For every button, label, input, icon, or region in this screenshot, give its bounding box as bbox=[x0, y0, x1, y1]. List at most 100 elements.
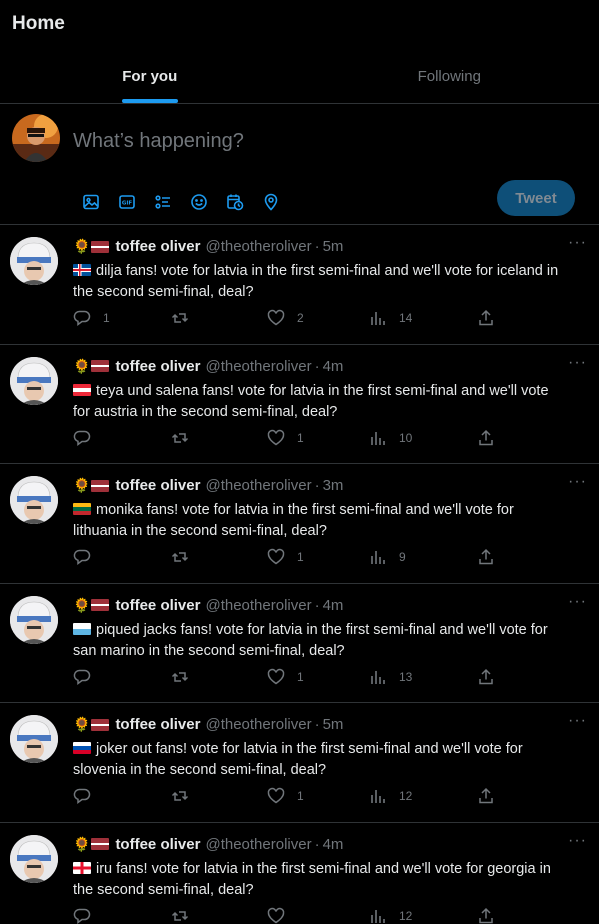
reply-button[interactable] bbox=[73, 668, 103, 686]
like-count: 2 bbox=[297, 311, 304, 325]
views-button[interactable]: 9 bbox=[369, 548, 406, 566]
tweet-time[interactable]: 5m bbox=[323, 716, 344, 733]
like-button[interactable]: 1 bbox=[267, 429, 304, 447]
more-options-icon[interactable]: ··· bbox=[568, 712, 587, 730]
reply-button[interactable] bbox=[73, 548, 103, 566]
tweet-text-content: piqued jacks fans! vote for latvia in th… bbox=[73, 621, 548, 659]
more-options-icon[interactable]: ··· bbox=[568, 473, 587, 491]
like-button[interactable] bbox=[267, 907, 297, 924]
tweet[interactable]: 🌻 toffee oliver @theotheroliver · 4m ···… bbox=[0, 345, 599, 464]
schedule-icon[interactable] bbox=[217, 188, 253, 216]
author-handle[interactable]: @theotheroliver bbox=[205, 358, 311, 375]
separator-dot: · bbox=[314, 716, 320, 733]
share-button[interactable] bbox=[477, 668, 495, 686]
latvia-flag-icon bbox=[91, 718, 110, 731]
views-button[interactable]: 10 bbox=[369, 429, 412, 447]
retweet-button[interactable] bbox=[171, 668, 201, 686]
author-name[interactable]: toffee oliver bbox=[115, 836, 200, 853]
emoji-icon[interactable] bbox=[181, 188, 217, 216]
tweet-text: dilja fans! vote for latvia in the first… bbox=[73, 261, 569, 303]
tweet-time[interactable]: 4m bbox=[323, 358, 344, 375]
more-options-icon[interactable]: ··· bbox=[568, 832, 587, 850]
avatar[interactable] bbox=[10, 237, 58, 285]
image-icon[interactable] bbox=[73, 188, 109, 216]
retweet-button[interactable] bbox=[171, 429, 201, 447]
tweet-actions: 1 13 bbox=[73, 668, 599, 692]
reply-button[interactable] bbox=[73, 787, 103, 805]
sunflower-icon: 🌻 bbox=[73, 716, 91, 732]
avatar[interactable] bbox=[12, 114, 60, 162]
author-name[interactable]: toffee oliver bbox=[115, 238, 200, 255]
author-name[interactable]: toffee oliver bbox=[115, 477, 200, 494]
retweet-button[interactable] bbox=[171, 309, 201, 327]
views-button[interactable]: 14 bbox=[369, 309, 412, 327]
sunflower-icon: 🌻 bbox=[73, 238, 91, 254]
tweet[interactable]: 🌻 toffee oliver @theotheroliver · 4m ···… bbox=[0, 584, 599, 703]
retweet-button[interactable] bbox=[171, 787, 201, 805]
compose-toolbar: GIF bbox=[73, 188, 289, 216]
compose-input[interactable]: What’s happening? bbox=[73, 130, 244, 153]
author-name[interactable]: toffee oliver bbox=[115, 597, 200, 614]
share-button[interactable] bbox=[477, 309, 495, 327]
latvia-flag-icon bbox=[91, 479, 110, 492]
share-button[interactable] bbox=[477, 787, 495, 805]
tweet-time[interactable]: 4m bbox=[323, 597, 344, 614]
poll-icon[interactable] bbox=[145, 188, 181, 216]
latvia-flag-icon bbox=[91, 240, 110, 253]
like-button[interactable]: 1 bbox=[267, 548, 304, 566]
more-options-icon[interactable]: ··· bbox=[568, 234, 587, 252]
reply-button[interactable] bbox=[73, 429, 103, 447]
latvia-flag-icon bbox=[91, 838, 110, 850]
author-handle[interactable]: @theotheroliver bbox=[205, 716, 311, 733]
tweet-time[interactable]: 4m bbox=[323, 836, 344, 853]
views-button[interactable]: 12 bbox=[369, 907, 412, 924]
like-button[interactable]: 1 bbox=[267, 668, 304, 686]
like-button[interactable]: 2 bbox=[267, 309, 304, 327]
like-button[interactable]: 1 bbox=[267, 787, 304, 805]
share-button[interactable] bbox=[477, 548, 495, 566]
more-options-icon[interactable]: ··· bbox=[568, 354, 587, 372]
tweet-text-content: iru fans! vote for latvia in the first s… bbox=[73, 860, 551, 898]
tab-following[interactable]: Following bbox=[300, 48, 599, 103]
author-handle[interactable]: @theotheroliver bbox=[205, 597, 311, 614]
tweet[interactable]: 🌻 toffee oliver @theotheroliver · 5m ···… bbox=[0, 225, 599, 345]
separator-dot: · bbox=[314, 477, 320, 494]
tweet[interactable]: 🌻 toffee oliver @theotheroliver · 3m ···… bbox=[0, 464, 599, 584]
avatar[interactable] bbox=[10, 476, 58, 524]
tweet-header: 🌻 toffee oliver @theotheroliver · 4m bbox=[73, 597, 585, 614]
lithuania-flag-icon bbox=[73, 503, 91, 515]
share-button[interactable] bbox=[477, 907, 495, 924]
sunflower-icon: 🌻 bbox=[73, 596, 91, 613]
retweet-button[interactable] bbox=[171, 548, 201, 566]
author-name[interactable]: toffee oliver bbox=[115, 358, 200, 375]
reply-button[interactable] bbox=[73, 907, 103, 924]
author-handle[interactable]: @theotheroliver bbox=[205, 836, 311, 853]
avatar[interactable] bbox=[10, 356, 58, 405]
view-count: 13 bbox=[399, 669, 413, 684]
avatar[interactable] bbox=[10, 595, 58, 644]
more-options-icon[interactable]: ··· bbox=[568, 593, 587, 611]
retweet-button[interactable] bbox=[171, 907, 201, 924]
location-icon[interactable] bbox=[253, 188, 289, 216]
author-handle[interactable]: @theotheroliver bbox=[205, 477, 311, 494]
views-button[interactable]: 13 bbox=[369, 668, 412, 686]
share-button[interactable] bbox=[477, 429, 495, 447]
author-handle[interactable]: @theotheroliver bbox=[205, 238, 311, 255]
tweet-text-content: monika fans! vote for latvia in the firs… bbox=[73, 502, 514, 539]
tweet[interactable]: 🌻 toffee oliver @theotheroliver · 4m ···… bbox=[0, 823, 599, 924]
avatar[interactable] bbox=[10, 715, 58, 763]
avatar[interactable] bbox=[10, 834, 58, 883]
compose-box: What’s happening? GIF Tweet bbox=[0, 104, 599, 225]
separator-dot: · bbox=[314, 835, 320, 853]
tweet-button[interactable]: Tweet bbox=[497, 180, 575, 216]
views-button[interactable]: 12 bbox=[369, 787, 412, 805]
tweet-time[interactable]: 3m bbox=[323, 477, 344, 494]
tweet-time[interactable]: 5m bbox=[323, 238, 344, 255]
reply-button[interactable]: 1 bbox=[73, 309, 110, 327]
timeline-tabs: For you Following bbox=[0, 48, 599, 104]
author-name[interactable]: toffee oliver bbox=[115, 716, 200, 733]
gif-icon[interactable]: GIF bbox=[109, 188, 145, 216]
tab-for-you[interactable]: For you bbox=[0, 48, 300, 103]
tweet[interactable]: 🌻 toffee oliver @theotheroliver · 5m ···… bbox=[0, 703, 599, 823]
active-tab-indicator bbox=[121, 99, 178, 103]
